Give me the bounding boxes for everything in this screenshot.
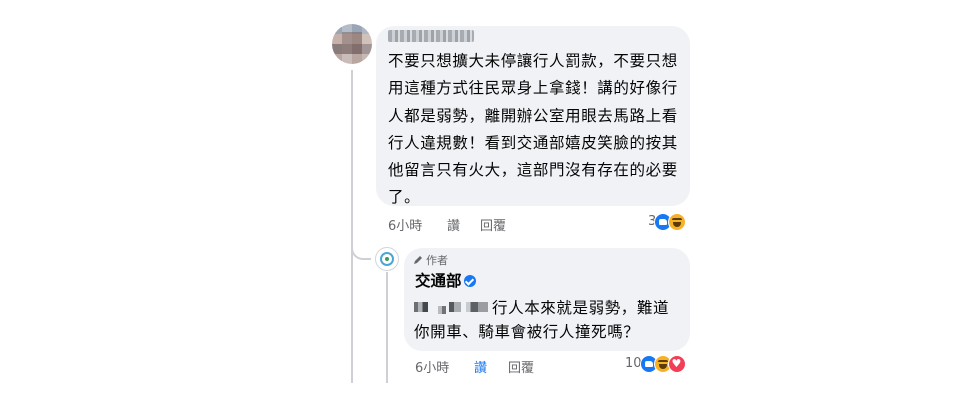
mention-blurred[interactable]	[438, 306, 446, 314]
logo-dot	[385, 257, 389, 261]
verified-badge-icon	[464, 275, 476, 287]
reply-reactions[interactable]: 10	[625, 355, 686, 373]
author-tag: 作者	[413, 254, 448, 268]
comment-like-button[interactable]: 讚	[447, 218, 460, 236]
reply-like-button[interactable]: 讚	[474, 360, 487, 378]
comment-text: 不要只想擴大未停讓行人罰款，不要只想用這種方式往民眾身上拿錢！講的好像行人都是弱…	[388, 52, 678, 207]
author-tag-label: 作者	[426, 254, 448, 267]
reply-text-line2: 你開車、騎車會被行人撞死嗎？	[414, 323, 640, 341]
pencil-icon	[413, 255, 423, 265]
reply-reply-button[interactable]: 回覆	[508, 360, 534, 378]
reply-text-line1: 行人本來就是弱勢，難道	[492, 299, 670, 317]
thread-branch	[351, 230, 371, 260]
author-avatar[interactable]	[375, 247, 399, 271]
mention-blurred[interactable]	[414, 302, 428, 312]
comment-time[interactable]: 6小時	[388, 218, 422, 236]
reply-thread-line	[386, 272, 388, 383]
thread-line	[351, 70, 353, 383]
mention-blurred[interactable]	[466, 302, 488, 312]
commenter-name-blurred[interactable]	[388, 30, 474, 42]
author-name[interactable]: 交通部	[415, 271, 462, 291]
comment-reply-button[interactable]: 回覆	[480, 218, 506, 236]
commenter-avatar[interactable]	[332, 24, 372, 64]
haha-icon	[668, 213, 687, 231]
comment-reactions[interactable]: 3	[648, 213, 687, 231]
love-icon	[667, 355, 686, 373]
mention-blurred[interactable]	[449, 302, 461, 312]
reply-time[interactable]: 6小時	[415, 360, 449, 378]
